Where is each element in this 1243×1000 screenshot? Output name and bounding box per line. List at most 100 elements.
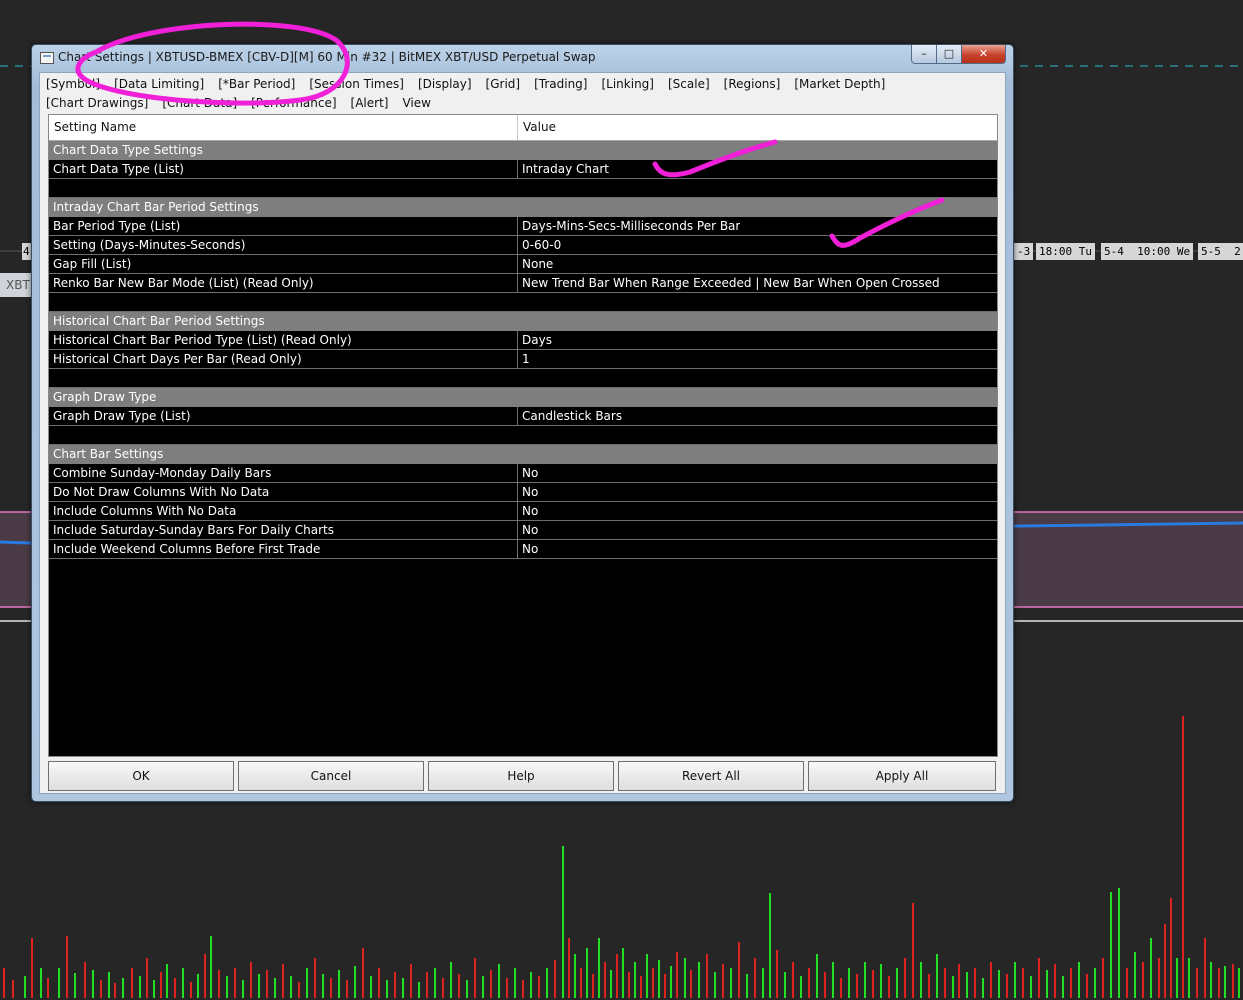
tab-trading[interactable]: [Trading] (534, 75, 587, 94)
tab-grid[interactable]: [Grid] (486, 75, 521, 94)
tab-symbol[interactable]: [Symbol] (46, 75, 100, 94)
volume-bar (218, 970, 220, 998)
tab-session-times[interactable]: [Session Times] (309, 75, 404, 94)
volume-bar (458, 974, 460, 998)
setting-row[interactable]: Gap Fill (List) None (49, 255, 997, 274)
volume-bar (114, 983, 116, 998)
tab-display[interactable]: [Display] (418, 75, 472, 94)
setting-row[interactable]: Do Not Draw Columns With No Data No (49, 483, 997, 502)
ok-button[interactable]: OK (48, 761, 234, 791)
tab-alert[interactable]: [Alert] (351, 94, 389, 113)
tab-data-limiting[interactable]: [Data Limiting] (114, 75, 204, 94)
volume-bar (958, 964, 960, 998)
volume-bar (832, 962, 834, 998)
volume-bar (562, 846, 564, 998)
tab-market-depth[interactable]: [Market Depth] (794, 75, 885, 94)
volume-bar (1142, 962, 1144, 998)
volume-bar (586, 948, 588, 998)
setting-row[interactable]: Include Weekend Columns Before First Tra… (49, 540, 997, 559)
volume-bar (234, 968, 236, 998)
volume-bar (426, 972, 428, 998)
setting-name: Combine Sunday-Monday Daily Bars (49, 464, 518, 482)
tab-bar-period[interactable]: [*Bar Period] (218, 75, 295, 94)
volume-bar (1126, 968, 1128, 998)
section-header: Graph Draw Type (49, 388, 997, 407)
volume-bar (146, 958, 148, 998)
tab-view[interactable]: View (402, 94, 430, 113)
setting-value[interactable]: No (518, 464, 538, 482)
help-button[interactable]: Help (428, 761, 614, 791)
setting-row[interactable]: Combine Sunday-Monday Daily Bars No (49, 464, 997, 483)
close-button[interactable]: ✕ (962, 45, 1006, 64)
volume-bar (1102, 958, 1104, 998)
volume-bar (190, 982, 192, 998)
setting-row[interactable]: Include Saturday-Sunday Bars For Daily C… (49, 521, 997, 540)
setting-value[interactable]: Intraday Chart (518, 160, 609, 178)
setting-row[interactable]: Bar Period Type (List) Days-Mins-Secs-Mil… (49, 217, 997, 236)
setting-value[interactable]: No (518, 483, 538, 501)
volume-bar (856, 974, 858, 998)
blank-row (49, 179, 997, 198)
section-title: Chart Data Type Settings (53, 143, 203, 157)
time-axis-label: 18:00 Tu (1036, 243, 1095, 260)
tab-scale[interactable]: [Scale] (668, 75, 710, 94)
volume-bar (290, 976, 292, 998)
volume-bar (670, 966, 672, 998)
title-bar[interactable]: Chart Settings | XBTUSD-BMEX [CBV-D][M] … (32, 45, 1013, 71)
volume-bar (1232, 964, 1234, 998)
setting-value[interactable]: None (518, 255, 553, 273)
setting-value[interactable]: Candlestick Bars (518, 407, 622, 425)
volume-bar (1054, 964, 1056, 998)
setting-value[interactable]: 1 (518, 350, 530, 368)
setting-row[interactable]: Historical Chart Days Per Bar (Read Only… (49, 350, 997, 369)
section-title: Intraday Chart Bar Period Settings (53, 200, 259, 214)
setting-row[interactable]: Include Columns With No Data No (49, 502, 997, 521)
column-header-setting-name[interactable]: Setting Name (49, 115, 518, 140)
volume-bar (210, 936, 212, 998)
tab-performance[interactable]: [Performance] (251, 94, 336, 113)
volume-bar (1196, 968, 1198, 998)
tab-regions[interactable]: [Regions] (724, 75, 781, 94)
volume-bar (182, 968, 184, 998)
setting-row[interactable]: Chart Data Type (List) Intraday Chart (49, 160, 997, 179)
revert-all-button[interactable]: Revert All (618, 761, 804, 791)
tab-linking[interactable]: [Linking] (601, 75, 654, 94)
cancel-button[interactable]: Cancel (238, 761, 424, 791)
volume-bar (1030, 976, 1032, 998)
setting-value[interactable]: No (518, 502, 538, 520)
volume-bar (74, 973, 76, 998)
setting-value[interactable]: No (518, 521, 538, 539)
setting-name: Include Weekend Columns Before First Tra… (49, 540, 518, 558)
volume-bar (434, 968, 436, 998)
setting-row[interactable]: Renko Bar New Bar Mode (List) (Read Only… (49, 274, 997, 293)
volume-bar (634, 962, 636, 998)
section-header: Chart Data Type Settings (49, 141, 997, 160)
volume-bar (990, 962, 992, 998)
volume-bar (498, 964, 500, 998)
volume-bar (402, 978, 404, 998)
setting-row[interactable]: Setting (Days-Minutes-Seconds) 0-60-0 (49, 236, 997, 255)
minimize-button[interactable]: – (911, 45, 937, 64)
setting-value[interactable]: No (518, 540, 538, 558)
volume-bar (122, 978, 124, 998)
setting-name: Graph Draw Type (List) (49, 407, 518, 425)
setting-value[interactable]: 0-60-0 (518, 236, 561, 254)
setting-row[interactable]: Graph Draw Type (List) Candlestick Bars (49, 407, 997, 426)
time-axis-label: 5-4 10:00 We (1101, 243, 1194, 260)
tab-chart-data[interactable]: [Chart Data] (162, 94, 237, 113)
setting-value[interactable]: Days-Mins-Secs-Milliseconds Per Bar (518, 217, 740, 235)
apply-all-button[interactable]: Apply All (808, 761, 996, 791)
volume-bar (684, 958, 686, 998)
volume-bar (58, 968, 60, 998)
setting-row[interactable]: Historical Chart Bar Period Type (List) … (49, 331, 997, 350)
setting-name: Chart Data Type (List) (49, 160, 518, 178)
chart-side-tab[interactable]: XBT (0, 273, 33, 297)
volume-bar (808, 968, 810, 998)
volume-bar (274, 978, 276, 998)
column-header-value[interactable]: Value (518, 115, 556, 140)
volume-bar (1188, 958, 1190, 998)
tab-chart-drawings[interactable]: [Chart Drawings] (46, 94, 148, 113)
maximize-button[interactable]: □ (937, 45, 962, 64)
setting-value[interactable]: Days (518, 331, 552, 349)
setting-value[interactable]: New Trend Bar When Range Exceeded | New … (518, 274, 940, 292)
